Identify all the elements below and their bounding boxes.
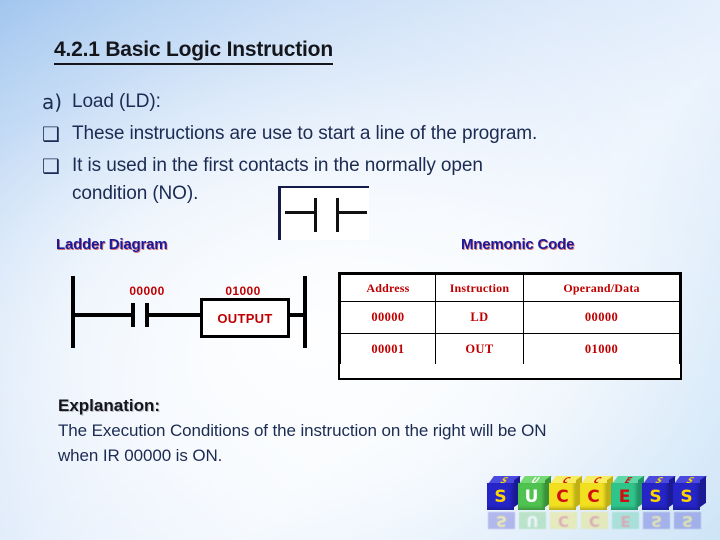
success-cube-c-2: CCC	[549, 475, 583, 530]
list-item-line-1: It is used in the first contacts in the …	[72, 155, 483, 176]
mnemonic-code-table: Address Instruction Operand/Data 00000 L…	[338, 272, 682, 368]
list-item: a) Load (LD):	[42, 88, 702, 116]
ladder-right-rail	[303, 276, 307, 348]
list-item-label: Load (LD):	[72, 91, 161, 112]
cube-front-face: C	[549, 483, 576, 510]
ladder-output-box: OUTPUT	[200, 298, 290, 338]
ladder-contact-address-label: 00000	[129, 284, 165, 298]
mnemonic-table-empty-row	[338, 364, 682, 380]
contact-wire-left	[285, 211, 315, 214]
cube-reflection: S	[488, 512, 515, 530]
table-row: 00000 LD 00000	[340, 301, 680, 334]
table-header-row: Address Instruction Operand/Data	[340, 274, 680, 302]
explanation-heading: Explanation:	[58, 396, 161, 415]
success-cube-u-1: UUU	[518, 475, 552, 530]
cell-operand: 01000	[523, 333, 680, 366]
explanation-line-1: The Execution Conditions of the instruct…	[58, 421, 547, 440]
page-title: 4.2.1 Basic Logic Instruction	[54, 38, 333, 65]
cube-front-face: S	[487, 483, 514, 510]
list-item: ❑ It is used in the first contacts in th…	[42, 152, 702, 208]
cube-front-face: U	[518, 483, 545, 510]
cube-reflection: S	[643, 512, 670, 530]
success-cube-c-3: CCC	[580, 475, 614, 530]
list-item: ❑ These instructions are use to start a …	[42, 120, 702, 148]
cube-reflection: C	[550, 512, 577, 530]
slide-canvas: 4.2.1 Basic Logic Instruction a) Load (L…	[0, 0, 720, 540]
ladder-coil-address-label: 01000	[225, 284, 261, 298]
column-header-address: Address	[340, 274, 436, 302]
success-logo: SSSUUUCCCCCCEEESSSSSS	[487, 466, 715, 536]
success-cube-s-6: SSS	[673, 475, 707, 530]
table-row: 00001 OUT 01000	[340, 333, 680, 366]
ladder-contact-bar-left	[131, 303, 135, 327]
explanation-block: Explanation: The Execution Conditions of…	[58, 396, 698, 468]
success-cube-s-5: SSS	[642, 475, 676, 530]
cube-side-face	[700, 475, 706, 508]
list-item-label: These instructions are use to start a li…	[72, 123, 538, 144]
ladder-diagram: 00000 01000 OUTPUT	[60, 270, 320, 360]
list-marker: a)	[42, 90, 63, 114]
cube-reflection: U	[519, 512, 546, 530]
normally-open-contact-icon	[278, 186, 369, 240]
cell-instruction: OUT	[434, 333, 525, 366]
success-cube-s-0: SSS	[487, 475, 521, 530]
contact-bar-left	[314, 198, 317, 232]
cube-front-face: C	[580, 483, 607, 510]
cube-front-face: S	[673, 483, 700, 510]
column-header-instruction: Instruction	[434, 274, 525, 302]
explanation-text: The Execution Conditions of the instruct…	[58, 418, 698, 468]
bullet-list: a) Load (LD): ❑ These instructions are u…	[42, 88, 702, 212]
ladder-wire-1	[71, 313, 133, 317]
cube-reflection: S	[674, 512, 701, 530]
success-cube-e-4: EEE	[611, 475, 645, 530]
contact-bar-right	[336, 198, 339, 232]
cube-front-face: S	[642, 483, 669, 510]
cell-address: 00000	[340, 301, 436, 334]
cube-reflection: E	[612, 512, 639, 530]
cell-instruction: LD	[434, 301, 525, 334]
column-header-operand-data: Operand/Data	[523, 274, 680, 302]
ladder-diagram-caption: Ladder Diagram	[56, 236, 168, 253]
mnemonic-code-caption: Mnemonic Code	[461, 236, 575, 253]
cell-address: 00001	[340, 333, 436, 366]
cube-front-face: E	[611, 483, 638, 510]
ladder-wire-2	[148, 313, 203, 317]
cube-reflection: C	[581, 512, 608, 530]
ladder-left-rail	[71, 276, 75, 348]
explanation-line-2: when IR 00000 is ON.	[58, 446, 223, 465]
square-bullet-icon: ❑	[42, 154, 60, 178]
cell-operand: 00000	[523, 301, 680, 334]
contact-wire-right	[336, 211, 367, 214]
square-bullet-icon: ❑	[42, 122, 60, 146]
